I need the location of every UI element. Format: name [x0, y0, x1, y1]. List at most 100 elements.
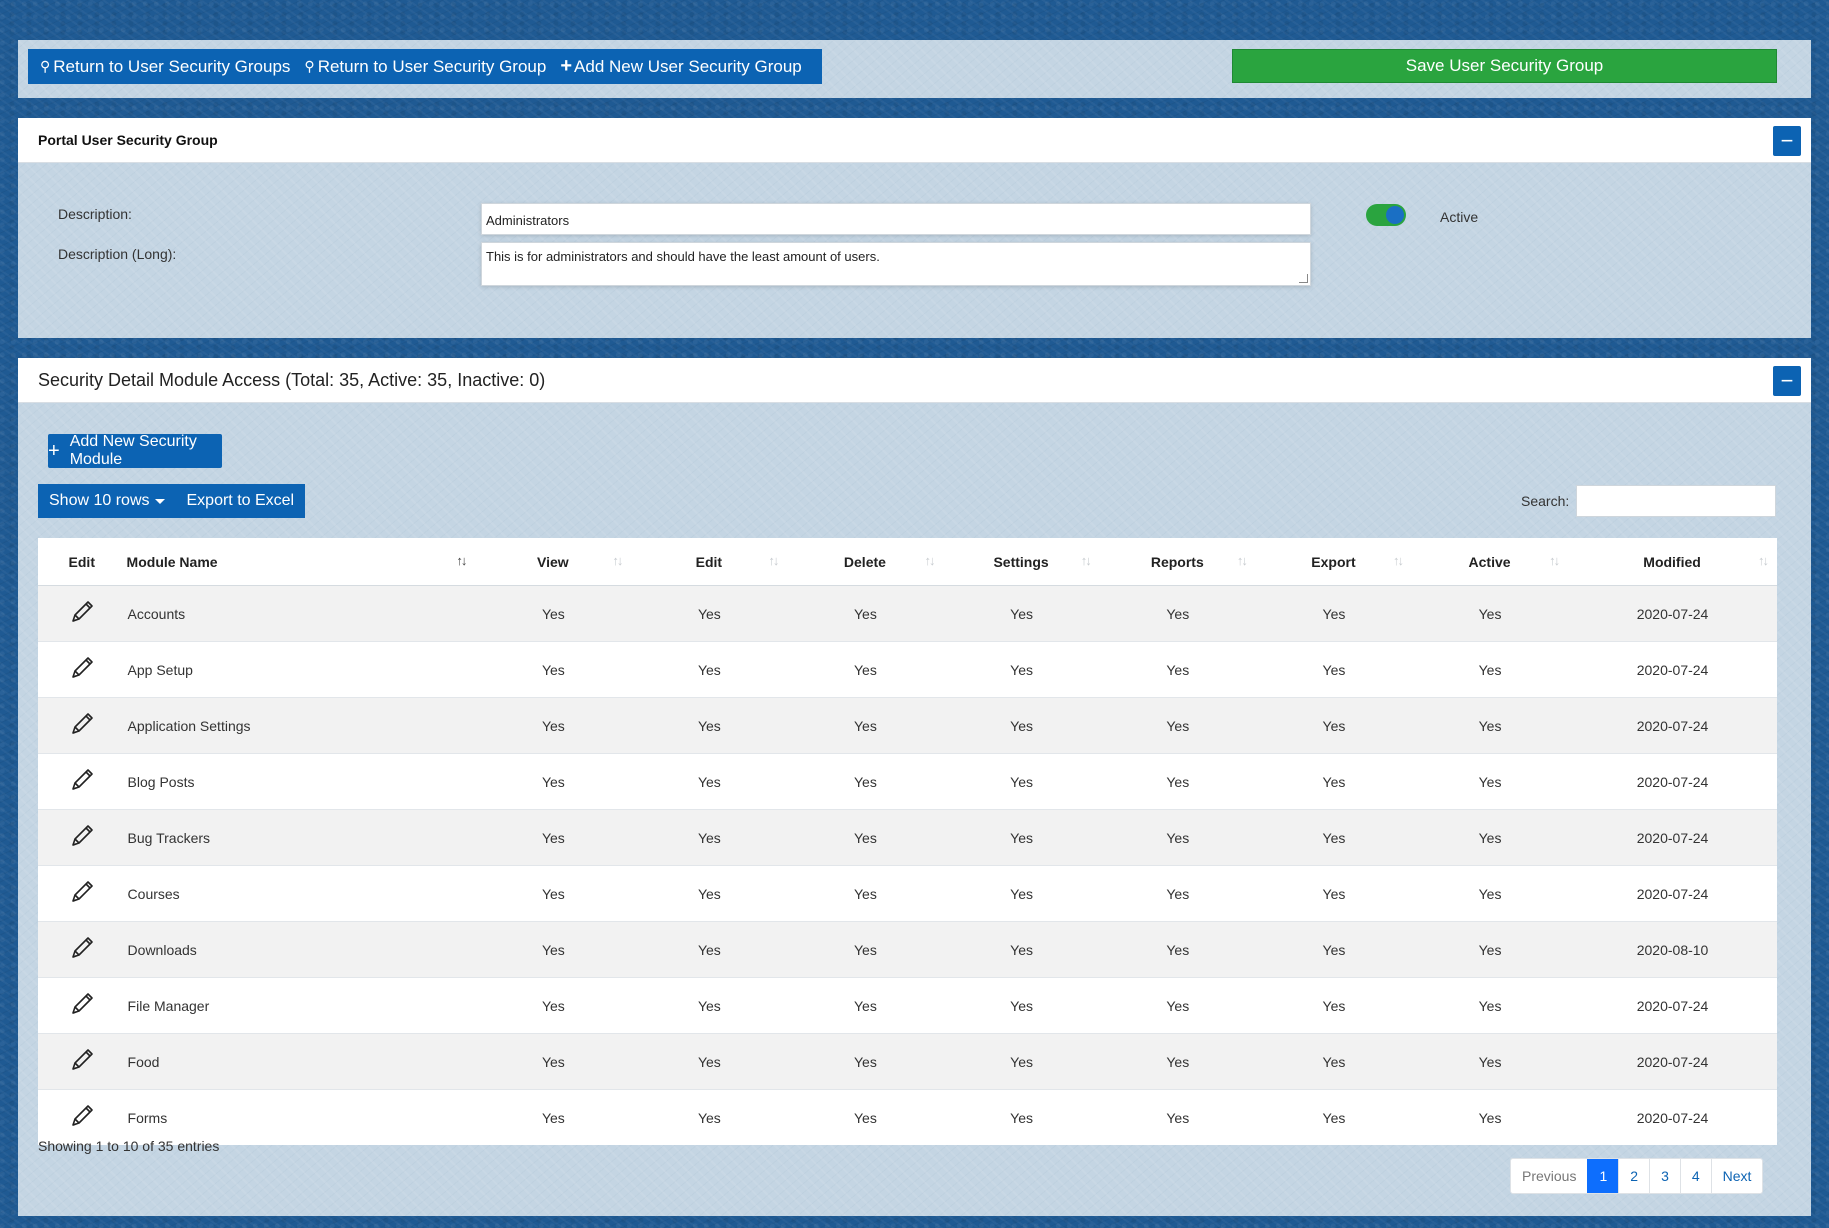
- sort-icon[interactable]: ↑↓: [612, 553, 623, 568]
- show-rows-dropdown[interactable]: Show 10 rows: [38, 492, 176, 510]
- edit-cell: Yes: [631, 753, 788, 810]
- edit-cell: Yes: [631, 865, 788, 922]
- showing-entries-text: Showing 1 to 10 of 35 entries: [38, 1138, 220, 1154]
- active-cell: Yes: [1412, 1089, 1569, 1145]
- page-button[interactable]: 1: [1587, 1159, 1619, 1193]
- view-cell: Yes: [475, 697, 632, 754]
- sort-icon[interactable]: ↑↓: [1549, 553, 1560, 568]
- view-cell: Yes: [475, 865, 632, 922]
- table-row: Bug Trackers Yes Yes Yes Yes Yes Yes Yes 2020-07…: [38, 809, 1777, 866]
- module-name-cell: Forms: [126, 1089, 476, 1145]
- modified-cell: 2020-07-24: [1568, 1033, 1777, 1090]
- table-row: Downloads Yes Yes Yes Yes Yes Yes Yes 2020-08-10: [38, 921, 1777, 978]
- pencil-edit-icon[interactable]: [67, 877, 97, 907]
- pencil-edit-icon[interactable]: [67, 709, 97, 739]
- description-input[interactable]: Administrators: [481, 203, 1311, 235]
- add-security-module-button[interactable]: + Add New Security Module: [48, 433, 222, 468]
- sort-ascending-icon[interactable]: ↑↓: [456, 553, 467, 568]
- sort-icon[interactable]: ↑↓: [1237, 553, 1248, 568]
- add-group-button[interactable]: + Add New User Security Group: [556, 55, 811, 78]
- edit-cell: Yes: [631, 1089, 788, 1145]
- settings-cell: Yes: [943, 977, 1100, 1034]
- pencil-edit-icon[interactable]: [67, 989, 97, 1019]
- edit-cell: [38, 865, 127, 922]
- collapse-group-panel-button[interactable]: −: [1773, 126, 1801, 156]
- description-long-textarea[interactable]: This is for administrators and should ha…: [481, 242, 1311, 286]
- module-name-cell: App Setup: [126, 641, 476, 698]
- save-group-button[interactable]: Save User Security Group: [1232, 49, 1777, 83]
- table-row: Courses Yes Yes Yes Yes Yes Yes Yes 2020-07-24: [38, 865, 1777, 922]
- edit-cell: [38, 753, 127, 810]
- collapse-module-panel-button[interactable]: −: [1773, 366, 1801, 396]
- column-header-module-name[interactable]: Module Name ↑↓: [126, 538, 476, 586]
- edit-cell: [38, 1089, 127, 1145]
- column-header-label: Settings: [993, 553, 1049, 570]
- page-button[interactable]: 3: [1649, 1159, 1680, 1193]
- page-button[interactable]: 2: [1618, 1159, 1649, 1193]
- plug-icon: ⚲: [304, 58, 315, 74]
- view-cell: Yes: [475, 977, 632, 1034]
- export-cell: Yes: [1255, 641, 1412, 698]
- table-row: Food Yes Yes Yes Yes Yes Yes Yes 2020-07-24: [38, 1033, 1777, 1090]
- pencil-edit-icon[interactable]: [67, 597, 97, 627]
- previous-page-button[interactable]: Previous: [1511, 1159, 1587, 1193]
- column-header-reports[interactable]: Reports ↑↓: [1099, 538, 1256, 586]
- active-cell: Yes: [1412, 585, 1569, 642]
- view-cell: Yes: [475, 1033, 632, 1090]
- table-row: Application Settings Yes Yes Yes Yes Yes Yes Ye…: [38, 697, 1777, 754]
- table-row: Forms Yes Yes Yes Yes Yes Yes Yes 2020-07-24: [38, 1089, 1777, 1145]
- sort-icon[interactable]: ↑↓: [1758, 553, 1769, 568]
- export-excel-button[interactable]: Export to Excel: [176, 492, 306, 510]
- edit-cell: [38, 585, 127, 642]
- edit-cell: Yes: [631, 921, 788, 978]
- export-cell: Yes: [1255, 865, 1412, 922]
- edit-cell: Yes: [631, 1033, 788, 1090]
- column-header-active[interactable]: Active ↑↓: [1412, 538, 1569, 586]
- export-cell: Yes: [1255, 697, 1412, 754]
- column-header-view[interactable]: View ↑↓: [475, 538, 632, 586]
- column-header-edit-perm[interactable]: Edit ↑↓: [631, 538, 788, 586]
- active-cell: Yes: [1412, 921, 1569, 978]
- column-header-delete[interactable]: Delete ↑↓: [787, 538, 944, 586]
- modified-cell: 2020-07-24: [1568, 809, 1777, 866]
- column-header-export[interactable]: Export ↑↓: [1255, 538, 1412, 586]
- pencil-edit-icon[interactable]: [67, 765, 97, 795]
- view-cell: Yes: [475, 1089, 632, 1145]
- column-header-modified[interactable]: Modified ↑↓: [1568, 538, 1777, 586]
- pencil-edit-icon[interactable]: [67, 821, 97, 851]
- description-label: Description:: [58, 206, 132, 222]
- sort-icon[interactable]: ↑↓: [1081, 553, 1092, 568]
- sort-icon[interactable]: ↑↓: [768, 553, 779, 568]
- pencil-edit-icon[interactable]: [67, 933, 97, 963]
- reports-cell: Yes: [1099, 865, 1256, 922]
- export-cell: Yes: [1255, 1033, 1412, 1090]
- sort-icon[interactable]: ↑↓: [924, 553, 935, 568]
- column-header-settings[interactable]: Settings ↑↓: [943, 538, 1100, 586]
- return-to-group-button[interactable]: ⚲ Return to User Security Group: [300, 57, 556, 77]
- pencil-edit-icon[interactable]: [67, 653, 97, 683]
- active-toggle[interactable]: [1366, 204, 1406, 226]
- nav-button-group: ⚲ Return to User Security Groups ⚲ Retur…: [28, 49, 822, 84]
- caret-down-icon: [154, 498, 165, 504]
- reports-cell: Yes: [1099, 809, 1256, 866]
- pencil-edit-icon[interactable]: [67, 1101, 97, 1131]
- settings-cell: Yes: [943, 1033, 1100, 1090]
- page-button[interactable]: 4: [1679, 1159, 1711, 1193]
- pencil-edit-icon[interactable]: [67, 1045, 97, 1075]
- export-cell: Yes: [1255, 977, 1412, 1034]
- settings-cell: Yes: [943, 1089, 1100, 1145]
- module-name-cell: Courses: [126, 865, 476, 922]
- column-header-label: Delete: [843, 553, 886, 570]
- column-header-label: View: [537, 553, 569, 570]
- column-header-label: Export: [1311, 553, 1356, 570]
- module-access-header: Security Detail Module Access (Total: 35…: [18, 358, 1811, 403]
- resize-handle-icon[interactable]: [1299, 274, 1308, 283]
- modified-cell: 2020-07-24: [1568, 865, 1777, 922]
- next-page-button[interactable]: Next: [1710, 1159, 1763, 1193]
- active-cell: Yes: [1412, 1033, 1569, 1090]
- modified-cell: 2020-07-24: [1568, 585, 1777, 642]
- search-input[interactable]: [1576, 485, 1776, 517]
- sort-icon[interactable]: ↑↓: [1393, 553, 1404, 568]
- edit-cell: [38, 977, 127, 1034]
- return-to-groups-button[interactable]: ⚲ Return to User Security Groups: [36, 57, 300, 77]
